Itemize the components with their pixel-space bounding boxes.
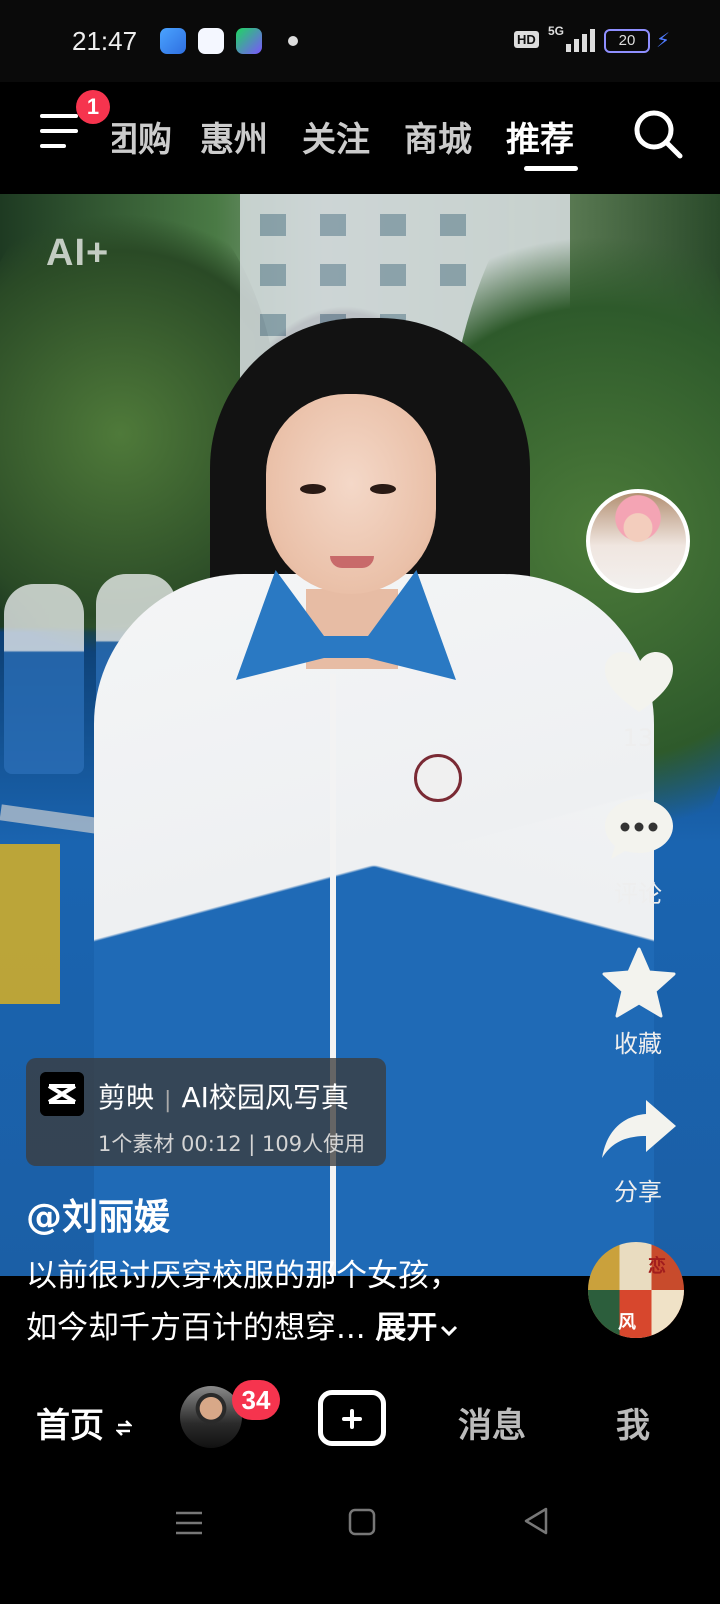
search-icon[interactable]: [632, 108, 684, 160]
expand-caption-button[interactable]: 展开: [375, 1310, 459, 1346]
charging-icon: ⚡: [656, 28, 671, 52]
template-meta: 1个素材 00:12 | 109人使用: [98, 1132, 366, 1156]
music-disc[interactable]: 恋 风: [588, 1242, 684, 1338]
tab-group-buy[interactable]: 团购: [112, 112, 172, 161]
recent-apps-icon[interactable]: [174, 1508, 204, 1538]
caption-line-2-text: 如今却千方百计的想穿...: [26, 1310, 366, 1346]
template-title: 剪映 | AI校园风写真: [98, 1076, 349, 1116]
battery-icon: 20: [604, 29, 650, 53]
capcut-template-card[interactable]: 剪映 | AI校园风写真 1个素材 00:12 | 109人使用: [26, 1058, 386, 1166]
menu-button[interactable]: [40, 114, 80, 150]
menu-badge: 1: [76, 90, 110, 124]
top-navigation: 1 团购 惠州 关注 商城 推荐: [0, 82, 720, 194]
status-time: 21:47: [72, 26, 138, 56]
like-count: 13: [622, 724, 654, 752]
notification-dot: [288, 36, 298, 46]
home-icon[interactable]: [348, 1508, 376, 1536]
chevron-down-icon: [441, 1325, 458, 1337]
expand-label: 展开: [375, 1310, 438, 1346]
switch-arrows-icon: [114, 1419, 133, 1436]
tab-huizhou[interactable]: 惠州: [200, 112, 268, 161]
bottom-navigation: 首页 34 消息 我: [0, 1364, 720, 1474]
like-icon[interactable]: [603, 650, 675, 714]
video-caption: 以前很讨厌穿校服的那个女孩， 如今却千方百计的想穿... 展开: [26, 1250, 566, 1354]
capcut-logo-icon: [40, 1072, 84, 1116]
subject-eye: [370, 484, 396, 494]
nav-home-label: 首页: [36, 1406, 104, 1446]
friends-badge: 34: [232, 1380, 280, 1420]
favorite-label: 收藏: [614, 1030, 662, 1058]
nav-messages[interactable]: 消息: [458, 1398, 526, 1447]
music-disc-text: 风: [618, 1312, 636, 1333]
tab-mall[interactable]: 商城: [404, 112, 472, 161]
background-student: [4, 584, 84, 774]
school-uniform-jacket: [94, 574, 654, 1276]
system-navigation-bar: [0, 1474, 720, 1604]
nav-me[interactable]: 我: [616, 1398, 650, 1447]
hd-indicator: HD: [514, 31, 539, 48]
separator: |: [164, 1088, 172, 1113]
template-app-name: 剪映: [98, 1081, 155, 1114]
share-label: 分享: [614, 1178, 662, 1206]
status-bar: 21:47 HD 5G 20 ⚡: [0, 0, 720, 82]
back-icon[interactable]: [522, 1506, 550, 1536]
nav-home[interactable]: 首页: [36, 1398, 133, 1447]
subject-mouth: [330, 556, 374, 568]
jacket-zip: [330, 674, 336, 1276]
comment-icon[interactable]: [603, 797, 675, 861]
iqiyi-app-icon: [236, 28, 262, 54]
music-disc-text: 恋: [648, 1256, 666, 1277]
tab-following[interactable]: 关注: [302, 112, 370, 161]
signal-icon: [562, 26, 596, 52]
ai-watermark: AI+: [46, 232, 110, 274]
browser-app-icon: [198, 28, 224, 54]
favorite-icon[interactable]: [602, 947, 676, 1019]
author-avatar[interactable]: [586, 489, 690, 593]
active-tab-indicator: [524, 166, 578, 171]
subject-eye: [300, 484, 326, 494]
weather-app-icon: [160, 28, 186, 54]
author-name[interactable]: @刘丽媛: [26, 1188, 170, 1240]
school-emblem: [414, 754, 462, 802]
template-name: AI校园风写真: [181, 1081, 349, 1114]
tab-recommended[interactable]: 推荐: [506, 112, 574, 161]
caption-line-1: 以前很讨厌穿校服的那个女孩，: [26, 1258, 460, 1294]
create-post-button[interactable]: [318, 1390, 386, 1446]
yellow-sign: [0, 844, 60, 1004]
battery-level: 20: [618, 32, 636, 49]
share-icon[interactable]: [600, 1098, 678, 1160]
comment-label: 评论: [614, 880, 662, 908]
caption-line-2: 如今却千方百计的想穿... 展开: [26, 1302, 566, 1354]
